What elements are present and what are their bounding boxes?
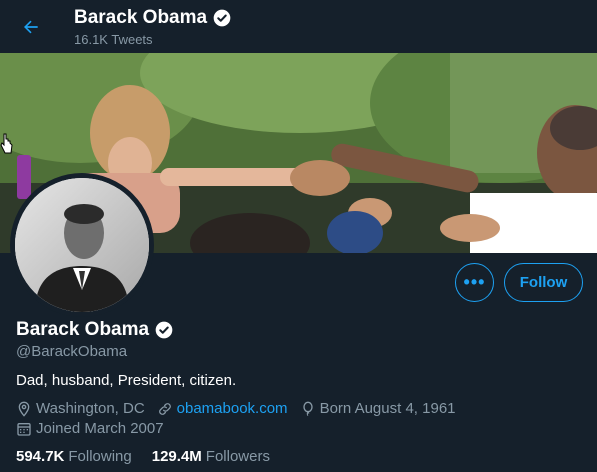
tweet-count: 16.1K Tweets xyxy=(74,32,153,47)
profile-name-text: Barack Obama xyxy=(16,319,150,340)
birthday-item: Born August 4, 1961 xyxy=(300,400,456,417)
profile-header: Barack Obama 16.1K Tweets xyxy=(0,0,597,53)
header-name-text: Barack Obama xyxy=(74,7,208,28)
following-label: Following xyxy=(68,448,132,465)
link-icon xyxy=(158,402,171,415)
avatar-photo xyxy=(15,178,149,312)
verified-badge-icon xyxy=(213,9,231,27)
following-link[interactable]: 594.7K Following xyxy=(16,448,132,465)
profile-name: Barack Obama xyxy=(16,319,174,341)
joined-text: Joined March 2007 xyxy=(36,420,164,437)
header-title: Barack Obama xyxy=(74,7,232,29)
balloon-icon xyxy=(302,401,313,416)
more-options-button[interactable]: ••• xyxy=(455,263,494,302)
followers-label: Followers xyxy=(205,448,270,465)
followers-link[interactable]: 129.4M Followers xyxy=(152,448,270,465)
profile-joined-row: Joined March 2007 xyxy=(16,420,176,437)
location-item: Washington, DC xyxy=(16,400,145,417)
website-link[interactable]: obamabook.com xyxy=(177,400,288,417)
following-count: 594.7K xyxy=(16,448,65,465)
profile-meta-row: Washington, DC obamabook.com Born August… xyxy=(16,400,468,417)
verified-badge-icon xyxy=(155,321,173,339)
mouse-cursor xyxy=(0,133,14,160)
joined-item: Joined March 2007 xyxy=(16,420,164,437)
calendar-icon xyxy=(17,422,31,436)
location-icon xyxy=(18,401,30,417)
location-text: Washington, DC xyxy=(36,400,145,417)
follow-button[interactable]: Follow xyxy=(504,263,583,302)
profile-handle: @BarackObama xyxy=(16,343,128,360)
profile-bio: Dad, husband, President, citizen. xyxy=(16,372,237,389)
profile-avatar[interactable] xyxy=(10,173,154,317)
birthday-text: Born August 4, 1961 xyxy=(319,400,456,417)
profile-stats: 594.7K Following 129.4M Followers xyxy=(16,448,270,465)
hand-cursor-icon xyxy=(0,133,13,154)
back-button[interactable] xyxy=(16,12,46,42)
back-arrow-icon xyxy=(24,20,38,34)
followers-count: 129.4M xyxy=(151,448,202,465)
website-item[interactable]: obamabook.com xyxy=(157,400,288,417)
